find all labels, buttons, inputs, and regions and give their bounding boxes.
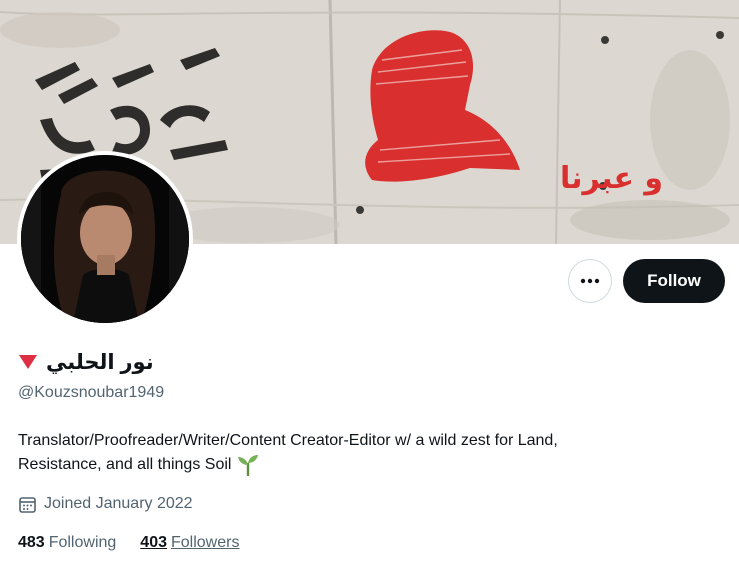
bio-line-2: Resistance, and all things Soil: [18, 456, 232, 473]
red-triangle-down-icon: [19, 355, 37, 369]
more-options-button[interactable]: [568, 259, 612, 303]
followers-label: Followers: [171, 534, 240, 551]
followers-count: 403: [140, 534, 167, 551]
joined-date: Joined January 2022: [18, 492, 193, 516]
avatar-image: [21, 155, 189, 323]
more-dots-icon: [580, 278, 600, 284]
following-label: Following: [48, 534, 117, 551]
profile-bio: Translator/Proofreader/Writer/Content Cr…: [18, 429, 718, 477]
profile-stats: 483 Following 403 Followers: [18, 531, 239, 555]
seedling-icon: [238, 455, 259, 476]
avatar[interactable]: [17, 151, 193, 327]
profile-name-row: نور الحلبي: [18, 348, 154, 376]
follow-button[interactable]: Follow: [623, 259, 725, 303]
bio-line-1: Translator/Proofreader/Writer/Content Cr…: [18, 432, 558, 449]
following-count: 483: [18, 534, 45, 551]
followers-link[interactable]: 403 Followers: [140, 534, 239, 552]
user-handle: @Kouzsnoubar1949: [18, 384, 165, 401]
following-link[interactable]: 483 Following: [18, 534, 116, 552]
graffiti-red-text: و عبرنا: [560, 161, 663, 196]
calendar-icon: [19, 496, 36, 513]
display-name: نور الحلبي: [46, 350, 154, 374]
joined-text: Joined January 2022: [44, 495, 193, 512]
